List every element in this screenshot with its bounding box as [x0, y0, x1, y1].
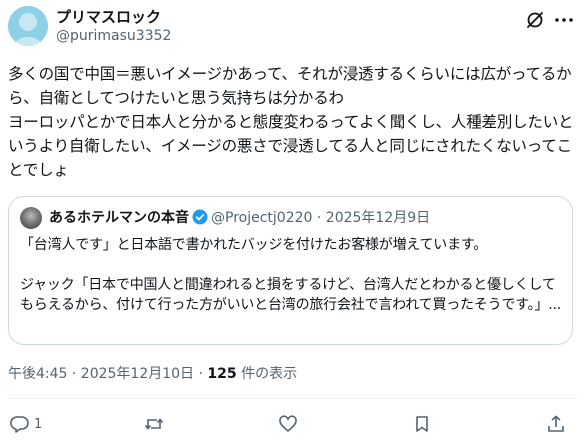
share-icon: [548, 415, 564, 432]
post-text: 多くの国で中国＝悪いイメージかあって、それが浸透するくらいには広がってるから、自…: [8, 65, 574, 179]
quoted-author-name: あるホテルマンの本音: [49, 210, 189, 226]
post-timestamp: 午後4:45 · 2025年12月10日 · 125 件の表示: [8, 364, 297, 384]
quoted-author-avatar: [20, 207, 42, 229]
quoted-author-handle: @Projectj0220: [211, 210, 313, 226]
post-time-date[interactable]: 午後4:45 · 2025年12月10日 ·: [8, 366, 207, 382]
like-icon: [279, 415, 297, 432]
reply-count: 1: [34, 416, 43, 432]
author-avatar[interactable]: [8, 6, 48, 46]
quoted-date: 2025年12月9日: [325, 210, 431, 226]
views-label: 件の表示: [236, 366, 298, 382]
author-names: プリマスロック @purimasu3352: [56, 8, 171, 46]
post-header: プリマスロック @purimasu3352: [8, 6, 577, 50]
like-button[interactable]: [278, 412, 298, 436]
repost-button[interactable]: [144, 412, 164, 436]
share-button[interactable]: [546, 412, 566, 436]
more-icon[interactable]: [553, 10, 575, 30]
author-display-name[interactable]: プリマスロック: [56, 8, 171, 27]
quoted-post-text: 「台湾人です」と日本語で書かれたバッジを付けたお客様が増えています。 ジャック「…: [20, 237, 562, 313]
reply-icon: [10, 416, 29, 433]
quoted-post[interactable]: あるホテルマンの本音 @Projectj0220 · 2025年12月9日 「台湾…: [8, 196, 573, 345]
avatar-image: [8, 6, 48, 46]
bookmark-icon: [416, 416, 428, 432]
quoted-separator: ·: [316, 210, 322, 226]
bookmark-button[interactable]: [412, 412, 432, 436]
quoted-post-header: あるホテルマンの本音 @Projectj0220 · 2025年12月9日: [49, 208, 430, 228]
verified-badge-icon: [192, 209, 208, 225]
reply-button[interactable]: 1: [10, 412, 42, 436]
views-count: 125: [207, 366, 237, 382]
divider: [8, 398, 577, 399]
author-handle[interactable]: @purimasu3352: [56, 27, 171, 46]
action-bar: 1: [8, 412, 577, 440]
grok-icon[interactable]: [525, 10, 545, 30]
repost-icon: [144, 418, 164, 430]
